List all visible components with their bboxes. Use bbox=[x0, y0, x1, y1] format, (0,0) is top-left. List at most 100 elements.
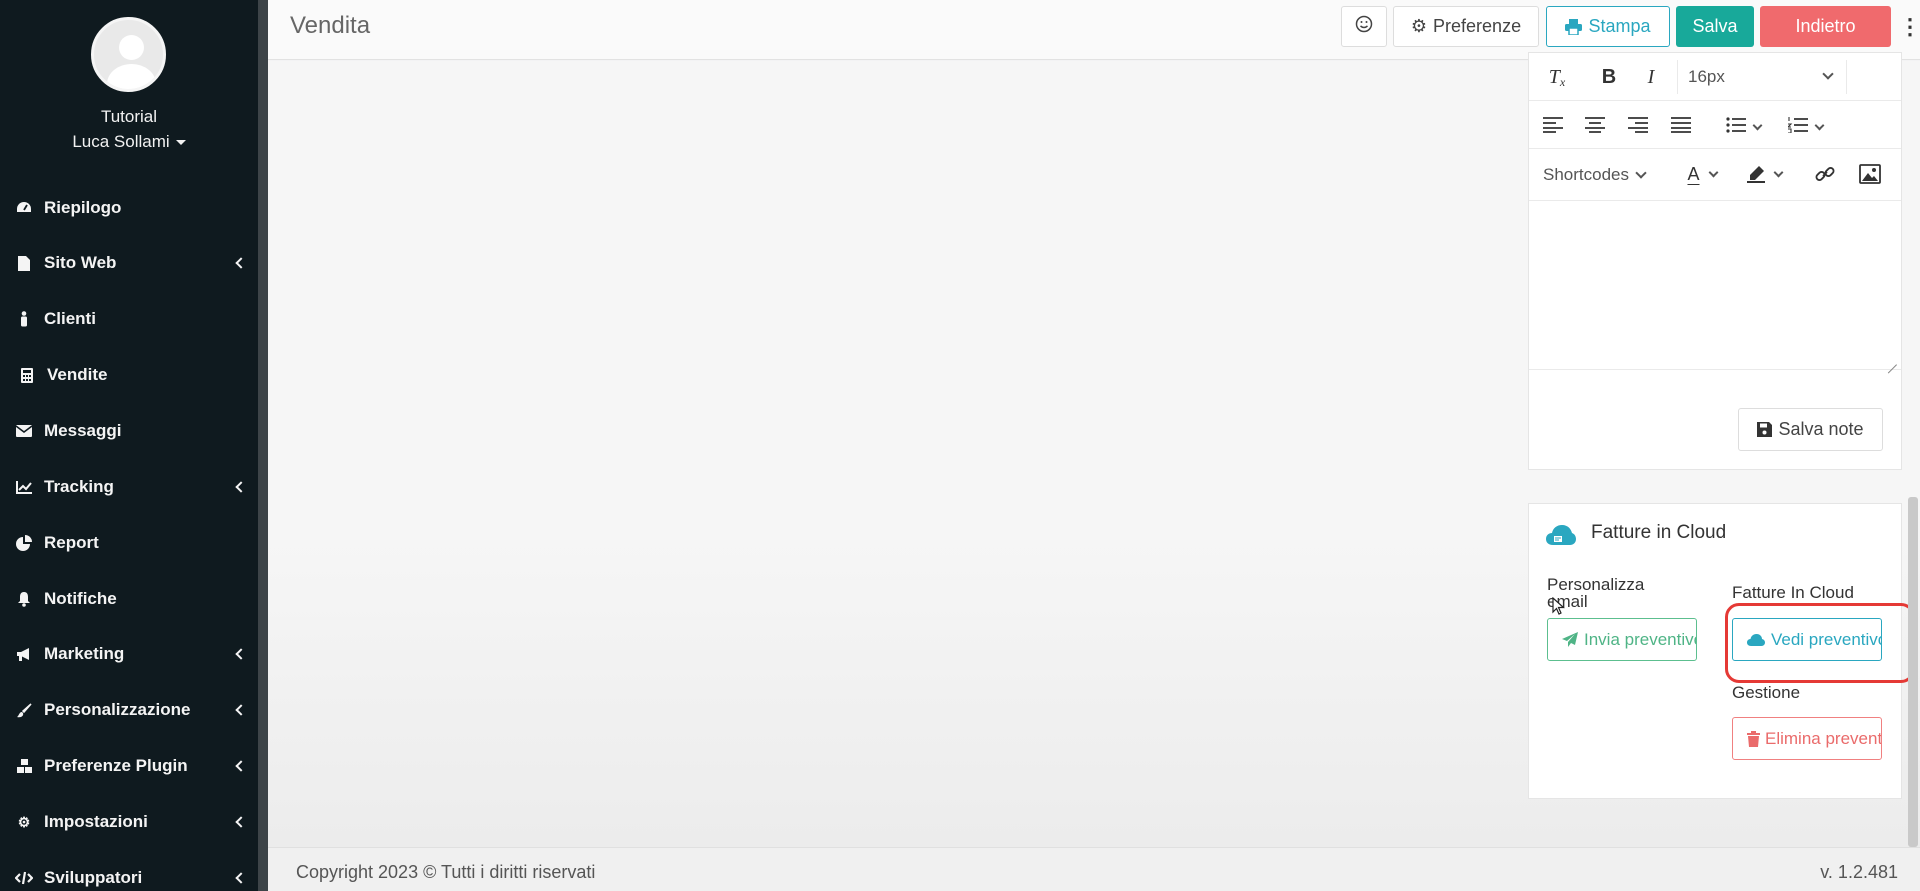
gestione-label: Gestione bbox=[1732, 683, 1801, 702]
sidebar-item-label: Vendite bbox=[47, 365, 108, 384]
sidebar-item-marketing[interactable]: Marketing bbox=[0, 631, 258, 677]
sidebar-item-label: Notifiche bbox=[44, 589, 117, 608]
align-right-icon[interactable] bbox=[1626, 113, 1650, 137]
chevron-down-icon bbox=[1822, 68, 1834, 80]
preferences-label: Preferenze bbox=[1433, 16, 1522, 36]
fatture-panel-title: Fatture in Cloud bbox=[1591, 522, 1727, 543]
save-button[interactable]: Salva bbox=[1676, 6, 1754, 47]
person-icon bbox=[14, 309, 34, 329]
align-left-icon[interactable] bbox=[1541, 113, 1565, 137]
highlight-color-icon[interactable] bbox=[1741, 161, 1787, 187]
print-label: Stampa bbox=[1588, 16, 1651, 36]
sidebar-item-label: Report bbox=[44, 533, 99, 552]
notes-textarea[interactable] bbox=[1529, 200, 1901, 370]
file-icon bbox=[14, 253, 34, 273]
pie-chart-icon bbox=[14, 533, 34, 553]
save-notes-button[interactable]: Salva note bbox=[1738, 408, 1883, 451]
delete-quote-button[interactable]: Elimina preventivo bbox=[1732, 717, 1882, 760]
send-quote-label: Invia preventivo bbox=[1584, 629, 1697, 649]
scrollbar[interactable] bbox=[1908, 497, 1918, 847]
align-justify-icon[interactable] bbox=[1669, 113, 1693, 137]
sidebar-item-label: Messaggi bbox=[44, 421, 122, 440]
link-icon[interactable] bbox=[1812, 161, 1838, 187]
sidebar-item-report[interactable]: Report bbox=[0, 520, 258, 566]
sidebar-item-clienti[interactable]: Clienti bbox=[0, 296, 258, 342]
profile-name-dropdown[interactable]: Luca Sollami bbox=[0, 132, 258, 152]
sidebar-item-label: Preferenze Plugin bbox=[44, 756, 188, 775]
dashboard-icon bbox=[14, 198, 34, 218]
sidebar-item-label: Sviluppatori bbox=[44, 868, 143, 887]
notes-editor: Tx B I 16px Shortcodes A Salva note bbox=[1528, 52, 1902, 470]
sidebar-item-riepilogo[interactable]: Riepilogo bbox=[0, 185, 258, 231]
sidebar-item-impostazioni[interactable]: ⚙ Impostazioni bbox=[0, 799, 258, 845]
align-center-icon[interactable] bbox=[1583, 113, 1607, 137]
chevron-down-icon bbox=[1814, 120, 1824, 130]
footer: Copyright 2023 © Tutti i diritti riserva… bbox=[268, 847, 1920, 891]
sidebar-item-vendite[interactable]: Vendite bbox=[0, 352, 258, 398]
chevron-down-icon bbox=[1708, 167, 1718, 177]
smiley-icon bbox=[1355, 15, 1373, 38]
print-button[interactable]: Stampa bbox=[1546, 6, 1670, 47]
resize-handle-icon[interactable] bbox=[1887, 355, 1897, 365]
send-quote-button[interactable]: Invia preventivo bbox=[1547, 618, 1697, 661]
font-size-value: 16px bbox=[1688, 67, 1725, 86]
sidebar-item-sviluppatori[interactable]: Sviluppatori bbox=[0, 855, 258, 891]
profile-org: Tutorial bbox=[100, 107, 158, 126]
chevron-down-icon bbox=[1752, 120, 1762, 130]
code-icon bbox=[14, 868, 34, 888]
page-title: Vendita bbox=[290, 12, 371, 39]
printer-icon bbox=[1565, 18, 1583, 35]
sidebar-item-label: Personalizzazione bbox=[44, 700, 191, 719]
vertical-ellipsis-icon: ⋮ bbox=[1899, 13, 1920, 39]
megaphone-icon bbox=[14, 644, 34, 664]
sidebar-item-messaggi[interactable]: Messaggi bbox=[0, 408, 258, 454]
cubes-icon bbox=[14, 756, 34, 776]
more-options-button[interactable]: ⋮ bbox=[1898, 6, 1920, 47]
chevron-left-icon bbox=[234, 815, 244, 829]
line-chart-icon bbox=[14, 477, 34, 497]
fatture-in-cloud-label: Fatture In Cloud bbox=[1732, 583, 1854, 602]
sidebar-item-sito-web[interactable]: Sito Web bbox=[0, 240, 258, 286]
gear-icon: ⚙ bbox=[17, 813, 31, 830]
preferences-button[interactable]: ⚙ Preferenze bbox=[1393, 6, 1539, 47]
sidebar-item-label: Tracking bbox=[44, 477, 114, 496]
avatar[interactable] bbox=[91, 17, 166, 92]
paper-plane-icon bbox=[1562, 632, 1578, 647]
sidebar-item-label: Marketing bbox=[44, 644, 125, 663]
fatture-cloud-logo-icon bbox=[1545, 524, 1577, 546]
chevron-left-icon bbox=[234, 703, 244, 717]
chevron-left-icon bbox=[234, 871, 244, 885]
back-button[interactable]: Indietro bbox=[1760, 6, 1891, 47]
sidebar-item-preferenze-plugin[interactable]: Preferenze Plugin bbox=[0, 743, 258, 789]
chevron-down-icon bbox=[1635, 167, 1647, 179]
save-notes-label: Salva note bbox=[1778, 419, 1864, 439]
bullet-list-icon[interactable] bbox=[1723, 113, 1763, 137]
trash-icon bbox=[1747, 730, 1760, 747]
version-text: v. 1.2.481 bbox=[1820, 862, 1898, 882]
sidebar-item-tracking[interactable]: Tracking bbox=[0, 464, 258, 510]
toolbar-row-insert: Shortcodes A bbox=[1529, 149, 1901, 201]
emoji-button[interactable] bbox=[1341, 6, 1387, 47]
highlight-annotation bbox=[1725, 603, 1915, 683]
floppy-disk-icon bbox=[1757, 422, 1773, 437]
font-size-select[interactable]: 16px bbox=[1677, 60, 1847, 94]
chevron-left-icon bbox=[234, 647, 244, 661]
sidebar-item-label: Sito Web bbox=[44, 253, 117, 272]
numbered-list-icon[interactable] bbox=[1785, 113, 1825, 137]
clear-format-icon[interactable]: Tx bbox=[1543, 61, 1571, 93]
text-color-icon[interactable]: A bbox=[1679, 161, 1725, 187]
italic-icon[interactable]: I bbox=[1639, 61, 1663, 93]
top-bar: Vendita ⚙ Preferenze Stampa Salva Indiet… bbox=[268, 0, 1920, 60]
sidebar-item-personalizzazione[interactable]: Personalizzazione bbox=[0, 687, 258, 733]
envelope-icon bbox=[14, 421, 34, 441]
caret-down-icon bbox=[175, 140, 186, 146]
bold-icon[interactable]: B bbox=[1595, 61, 1623, 93]
sidebar-item-label: Impostazioni bbox=[44, 812, 148, 831]
sidebar-divider bbox=[258, 0, 268, 891]
shortcodes-dropdown[interactable]: Shortcodes bbox=[1543, 165, 1647, 185]
bell-icon bbox=[14, 589, 34, 609]
chevron-down-icon bbox=[1773, 167, 1783, 177]
sidebar-item-label: Clienti bbox=[44, 309, 96, 328]
sidebar-item-notifiche[interactable]: Notifiche bbox=[0, 576, 258, 622]
image-icon[interactable] bbox=[1857, 161, 1883, 187]
